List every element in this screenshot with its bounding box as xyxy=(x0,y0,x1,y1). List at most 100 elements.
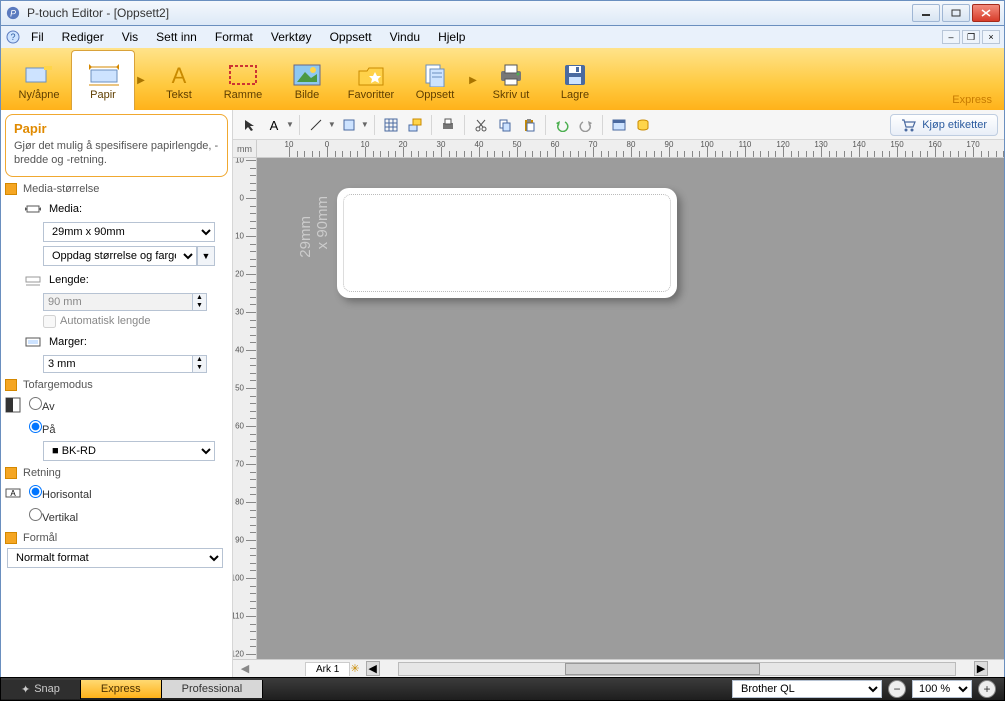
text-icon: A xyxy=(163,61,195,89)
horizontal-scrollbar[interactable] xyxy=(398,662,956,676)
ribbon-text[interactable]: A Tekst xyxy=(147,50,211,110)
color-mode-select[interactable]: ■ BK-RD xyxy=(43,441,215,461)
text-tool-icon[interactable]: A xyxy=(263,114,285,136)
maximize-button[interactable] xyxy=(942,4,970,22)
margins-label: Marger: xyxy=(49,336,228,348)
sidepanel-title: Papir xyxy=(14,121,219,136)
scroll-right-button[interactable]: ▶ xyxy=(974,661,988,676)
media-select[interactable]: 29mm x 90mm xyxy=(43,222,215,242)
menu-insert[interactable]: Sett inn xyxy=(148,28,205,46)
orientation-icon: A xyxy=(3,483,23,503)
help-icon[interactable]: ? xyxy=(5,29,21,45)
svg-text:?: ? xyxy=(10,32,15,42)
menu-window[interactable]: Vindu xyxy=(382,28,428,46)
minimize-button[interactable] xyxy=(912,4,940,22)
menu-file[interactable]: Fil xyxy=(23,28,52,46)
section-media-size: Media-størrelse xyxy=(5,183,228,195)
database-icon[interactable] xyxy=(632,114,654,136)
purpose-select[interactable]: Normalt format xyxy=(7,548,223,568)
twocolor-icon xyxy=(3,395,23,415)
workspace: Papir Gjør det mulig å spesifisere papir… xyxy=(0,110,1005,677)
warning-icon: ✳ xyxy=(350,662,359,675)
canvas-viewport[interactable]: 29mm x 90mm xyxy=(257,158,1004,659)
ribbon-save[interactable]: Lagre xyxy=(543,50,607,110)
paste-icon[interactable] xyxy=(518,114,540,136)
zoom-select[interactable]: 100 % xyxy=(912,680,972,698)
shape-tool-icon[interactable] xyxy=(338,114,360,136)
scroll-left-button[interactable]: ◀ xyxy=(366,661,380,676)
ribbon-mode-label: Express xyxy=(952,94,992,106)
dropdown-icon[interactable]: ▼ xyxy=(361,120,369,129)
print-tool-icon[interactable] xyxy=(437,114,459,136)
buy-labels-button[interactable]: Kjøp etiketter xyxy=(890,114,998,136)
cart-icon xyxy=(901,118,917,132)
twocolor-off-radio[interactable]: Av xyxy=(29,397,55,413)
margins-input[interactable] xyxy=(43,355,193,373)
section-orientation: Retning xyxy=(5,467,228,479)
frame-icon xyxy=(227,61,259,89)
svg-text:A: A xyxy=(10,489,16,498)
redo-icon[interactable] xyxy=(575,114,597,136)
mdi-restore-button[interactable]: ❐ xyxy=(962,30,980,44)
menu-edit[interactable]: Rediger xyxy=(54,28,112,46)
twocolor-on-radio[interactable]: På xyxy=(29,420,55,436)
sheet-tab[interactable]: Ark 1 xyxy=(305,662,350,676)
label-dimensions: 29mm x 90mm xyxy=(297,196,331,258)
margins-spin-down[interactable]: ▼ xyxy=(193,364,206,372)
menu-layout[interactable]: Oppsett xyxy=(322,28,380,46)
length-spin-up[interactable]: ▲ xyxy=(193,294,206,302)
orientation-vertical-radio[interactable]: Vertikal xyxy=(29,508,78,524)
margins-spin-up[interactable]: ▲ xyxy=(193,356,206,364)
length-input[interactable] xyxy=(43,293,193,311)
copy-icon[interactable] xyxy=(494,114,516,136)
ribbon: Ny/åpne Papir ▶ A Tekst Ramme Bilde Favo… xyxy=(0,48,1005,110)
pointer-tool-icon[interactable] xyxy=(239,114,261,136)
printer-select[interactable]: Brother QL xyxy=(732,680,882,698)
line-tool-icon[interactable] xyxy=(305,114,327,136)
undo-icon[interactable] xyxy=(551,114,573,136)
margins-icon xyxy=(23,332,43,352)
app-icon: P xyxy=(5,5,21,21)
detect-dropdown-button[interactable]: ▼ xyxy=(197,246,215,266)
zoom-in-button[interactable]: + xyxy=(978,680,996,698)
close-button[interactable] xyxy=(972,4,1000,22)
mdi-minimize-button[interactable]: – xyxy=(942,30,960,44)
orientation-horizontal-radio[interactable]: Horisontal xyxy=(29,485,92,501)
dropdown-icon[interactable]: ▼ xyxy=(286,120,294,129)
mode-snap[interactable]: ✦Snap xyxy=(1,680,81,699)
cut-icon[interactable] xyxy=(470,114,492,136)
length-spin-down[interactable]: ▼ xyxy=(193,302,206,310)
mode-express[interactable]: Express xyxy=(81,680,162,698)
mdi-close-button[interactable]: × xyxy=(982,30,1000,44)
section-twocolor: Tofargemodus xyxy=(5,379,228,391)
detect-select[interactable]: Oppdag størrelse og farger xyxy=(43,246,197,266)
print-icon xyxy=(495,61,527,89)
ribbon-new-open[interactable]: Ny/åpne xyxy=(7,50,71,110)
zoom-out-button[interactable]: − xyxy=(888,680,906,698)
ribbon-paper[interactable]: Papir xyxy=(71,50,135,110)
dropdown-icon[interactable]: ▼ xyxy=(328,120,336,129)
ribbon-print[interactable]: Skriv ut xyxy=(479,50,543,110)
length-label: Lengde: xyxy=(49,274,228,286)
auto-length-checkbox[interactable]: Automatisk lengde xyxy=(43,315,228,328)
ribbon-frame[interactable]: Ramme xyxy=(211,50,275,110)
menubar: ? Fil Rediger Vis Sett inn Format Verktø… xyxy=(0,26,1005,48)
ribbon-layout[interactable]: Oppsett xyxy=(403,50,467,110)
label-preview[interactable] xyxy=(337,188,677,298)
mode-professional[interactable]: Professional xyxy=(162,680,264,698)
menu-view[interactable]: Vis xyxy=(114,28,146,46)
ribbon-favorites[interactable]: Favoritter xyxy=(339,50,403,110)
ribbon-image[interactable]: Bilde xyxy=(275,50,339,110)
paper-icon xyxy=(87,61,119,89)
ribbon-paper-label: Papir xyxy=(90,89,116,101)
menu-tools[interactable]: Verktøy xyxy=(263,28,320,46)
snap-icon: ✦ xyxy=(21,683,30,696)
menu-help[interactable]: Hjelp xyxy=(430,28,473,46)
save-icon xyxy=(559,61,591,89)
arrange-tool-icon[interactable] xyxy=(404,114,426,136)
menu-format[interactable]: Format xyxy=(207,28,261,46)
ribbon-print-label: Skriv ut xyxy=(493,89,530,101)
properties-icon[interactable] xyxy=(608,114,630,136)
table-tool-icon[interactable] xyxy=(380,114,402,136)
new-open-icon xyxy=(23,61,55,89)
